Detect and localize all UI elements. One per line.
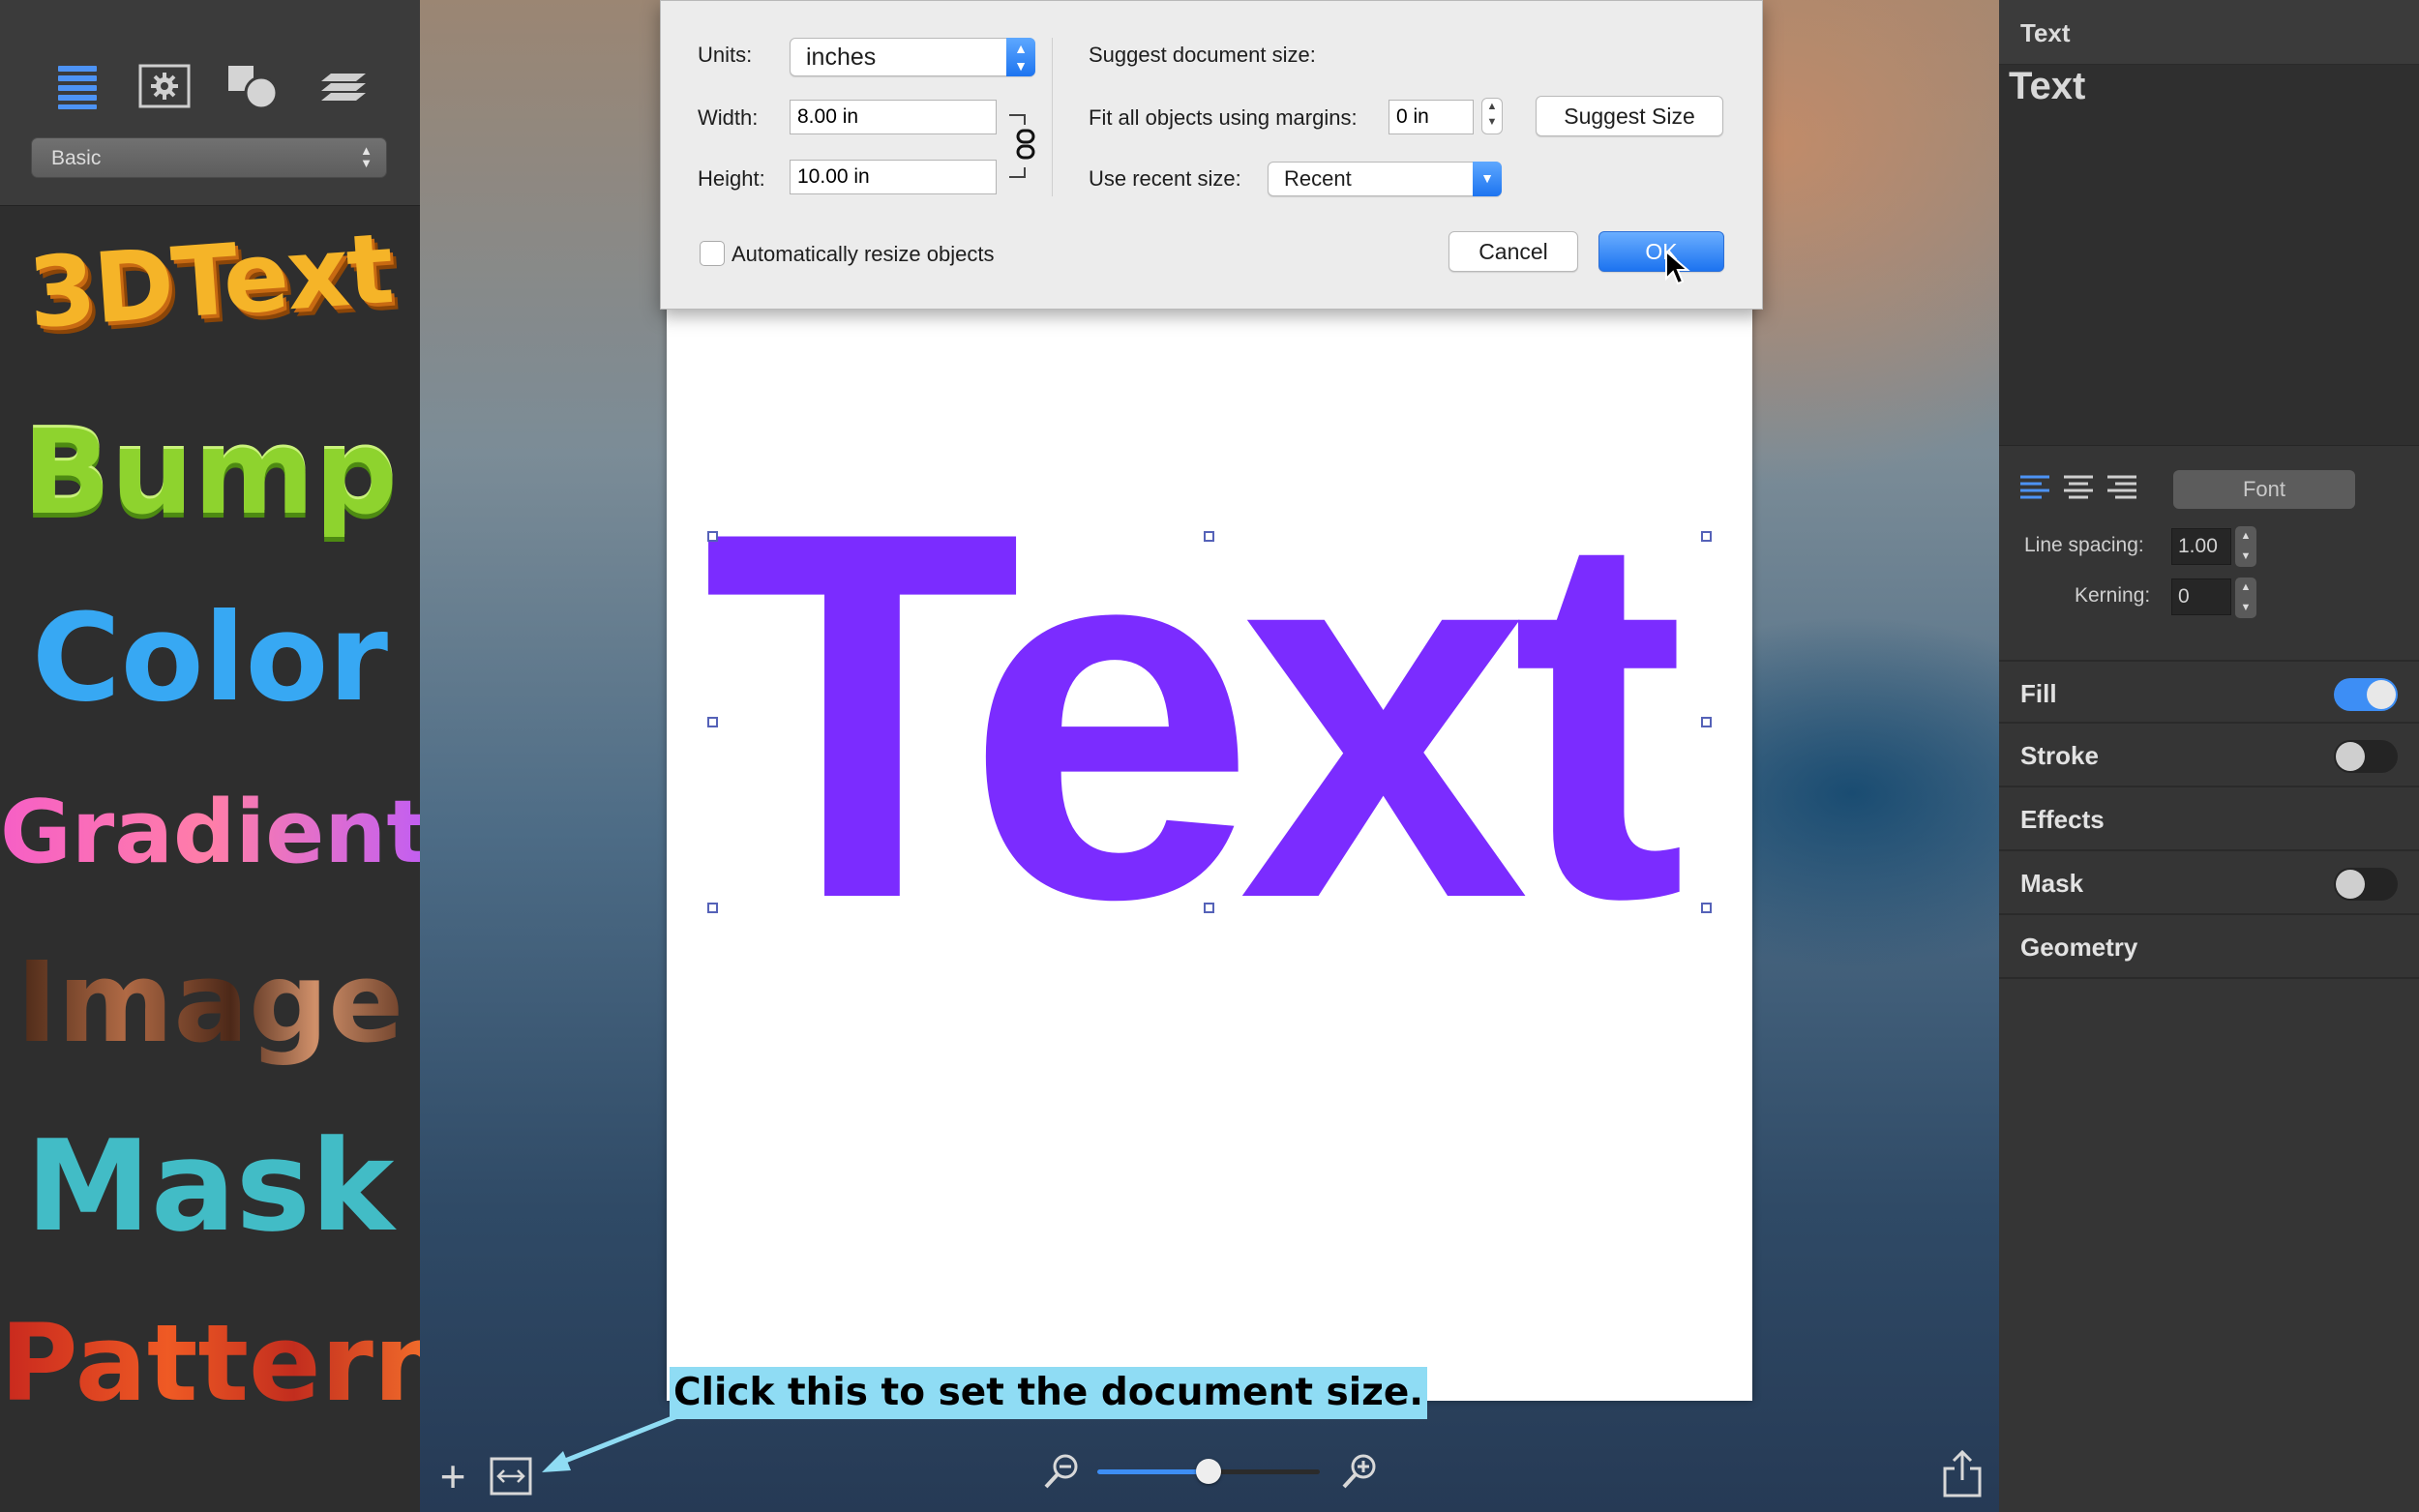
layers-icon[interactable] [314,58,368,112]
style-mask[interactable]: Mask [0,1112,420,1260]
selection-handle[interactable] [1204,531,1214,542]
align-center-icon[interactable] [2064,474,2095,501]
inspector-panel: Text Text Font Line spacing: 1.00 ▲ ▼ Ker… [1999,0,2419,1512]
selection-handle[interactable] [707,531,718,542]
updown-arrows-icon: ▲ ▼ [1006,38,1035,76]
style-image[interactable]: Image [0,938,420,1068]
list-icon[interactable] [50,58,105,112]
zoom-in-icon[interactable] [1339,1451,1380,1492]
recent-size-select[interactable]: Recent ▼ [1268,162,1502,196]
mask-toggle[interactable] [2334,868,2398,901]
selection-handle[interactable] [1701,717,1712,727]
updown-arrows-icon: ▲ ▼ [360,143,373,170]
stroke-title: Stroke [2020,741,2099,770]
margins-stepper[interactable]: ▲ ▼ [1481,98,1503,134]
stroke-toggle[interactable] [2334,740,2398,773]
kerning-field[interactable]: 0 [2171,578,2231,615]
height-label: Height: [698,166,765,191]
auto-resize-label: Automatically resize objects [732,242,995,266]
style-3dtext[interactable]: 3DText [0,210,424,352]
recent-select-value: Recent [1284,166,1352,191]
text-content-value: Text [2009,65,2086,107]
effects-section[interactable]: Effects [1999,787,2419,851]
styles-sidebar: Basic ▲ ▼ 3DText Bump Color Gradient Imag… [0,0,449,1512]
selection-handle[interactable] [707,903,718,913]
mask-toggle-knob [2336,870,2365,899]
gear-box-icon[interactable] [137,58,192,112]
mask-section[interactable]: Mask [1999,851,2419,915]
mouse-cursor-icon [1665,250,1690,285]
margins-field[interactable] [1389,100,1474,134]
geometry-title: Geometry [2020,933,2138,962]
stroke-section[interactable]: Stroke [1999,724,2419,787]
suggest-size-label: Suggest document size: [1089,43,1316,67]
dialog-divider [1052,38,1053,196]
zoom-slider-knob[interactable] [1196,1459,1221,1484]
effects-title: Effects [2020,805,2105,834]
suggest-size-button[interactable]: Suggest Size [1536,96,1723,136]
stroke-toggle-knob [2336,742,2365,771]
mask-title: Mask [2020,869,2084,898]
cancel-button[interactable]: Cancel [1448,231,1578,272]
aspect-link-icon[interactable] [1005,109,1036,183]
units-select-value: inches [806,44,877,71]
ok-button[interactable]: OK [1598,231,1724,272]
callout-arrow-icon [542,1413,678,1472]
height-field[interactable] [790,160,997,194]
add-icon[interactable]: + [433,1454,472,1498]
selection-handle[interactable] [1701,903,1712,913]
selection-handle[interactable] [1701,531,1712,542]
line-spacing-field[interactable]: 1.00 [2171,528,2231,565]
fit-margins-label: Fit all objects using margins: [1089,105,1358,130]
geometry-section[interactable]: Geometry [1999,915,2419,979]
style-bump[interactable]: Bump [0,406,420,541]
auto-resize-checkbox[interactable] [700,241,725,266]
units-label: Units: [698,43,753,67]
tutorial-callout: Click this to set the document size. [670,1367,1428,1419]
document-size-icon[interactable] [490,1457,532,1496]
width-field[interactable] [790,100,997,134]
share-icon[interactable] [1941,1449,1984,1499]
line-spacing-label: Line spacing: [2024,534,2144,556]
preset-select-value: Basic [51,147,102,169]
line-spacing-stepper[interactable]: ▲ ▼ [2235,526,2256,567]
fill-section[interactable]: Fill [1999,660,2419,724]
recent-size-label: Use recent size: [1089,166,1241,191]
zoom-slider-fill [1097,1469,1209,1474]
kerning-label: Kerning: [2075,584,2151,607]
text-content-editor[interactable]: Text [1999,65,2419,446]
chevron-down-icon: ▼ [1473,162,1502,196]
preset-category-select[interactable]: Basic ▲ ▼ [31,137,387,178]
text-object[interactable]: Text [702,455,1686,977]
sidebar-toolbar: Basic ▲ ▼ [0,0,420,206]
inspector-header: Text [1999,0,2419,65]
kerning-stepper[interactable]: ▲ ▼ [2235,578,2256,618]
inspector-title: Text [2020,18,2071,47]
fill-toggle[interactable] [2334,678,2398,711]
selection-handle[interactable] [1204,903,1214,913]
align-left-icon[interactable] [2020,474,2051,501]
style-color[interactable]: Color [0,588,420,728]
align-right-icon[interactable] [2107,474,2138,501]
zoom-slider[interactable] [1097,1459,1320,1484]
fill-title: Fill [2020,679,2057,708]
fill-toggle-knob [2367,680,2396,709]
shapes-icon[interactable] [224,58,279,112]
units-select[interactable]: inches ▲ ▼ [790,38,1035,76]
zoom-out-icon[interactable] [1041,1451,1082,1492]
width-label: Width: [698,105,759,130]
style-gradient[interactable]: Gradient [0,782,428,883]
document-size-dialog: Units: inches ▲▼ Width: Height: Suggest … [660,0,1763,310]
selection-handle[interactable] [707,717,718,727]
style-pattern[interactable]: Pattern [0,1301,449,1425]
font-button[interactable]: Font [2173,470,2355,509]
